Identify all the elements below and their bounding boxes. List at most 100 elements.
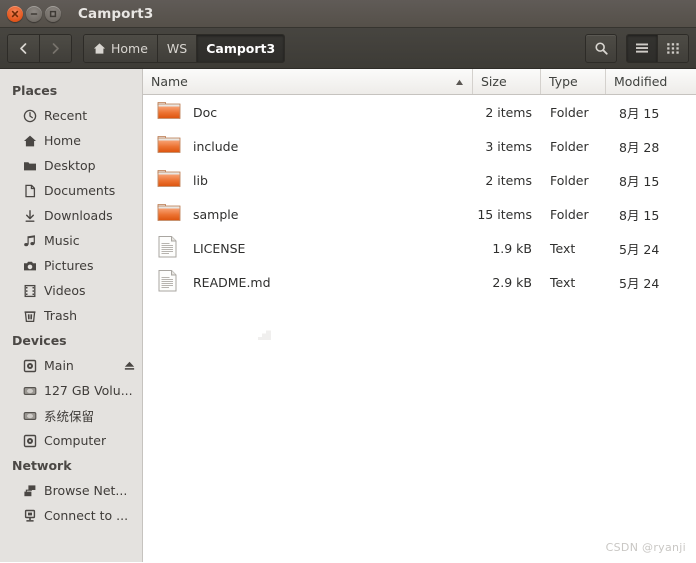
- file-type-cell: Folder: [550, 206, 589, 222]
- file-modified-cell: 8月 15: [619, 207, 660, 223]
- clock-icon: [22, 108, 37, 123]
- table-row[interactable]: lib 2 items Folder 8月 15: [143, 163, 696, 197]
- sidebar-item-home[interactable]: Home: [0, 128, 142, 153]
- breadcrumb: Home WS Camport3: [83, 33, 286, 63]
- drag-ghost-artifact: [257, 327, 273, 346]
- file-name-label: README.md: [193, 274, 271, 290]
- column-header-label: Type: [549, 74, 578, 89]
- sidebar-item-label: Documents: [44, 183, 116, 198]
- breadcrumb-label: Home: [111, 40, 148, 56]
- sidebar-item-pictures[interactable]: Pictures: [0, 253, 142, 278]
- sidebar-item-label: Downloads: [44, 208, 113, 223]
- file-size-cell: 15 items: [477, 206, 532, 222]
- back-button[interactable]: [8, 34, 39, 62]
- file-type-cell: Text: [550, 240, 576, 256]
- eject-icon[interactable]: [123, 359, 136, 372]
- music-note-icon: [22, 233, 37, 248]
- close-button[interactable]: [7, 5, 23, 22]
- table-row[interactable]: LICENSE 1.9 kB Text 5月 24: [143, 231, 696, 265]
- list-view-button[interactable]: [627, 34, 657, 62]
- document-icon: [22, 183, 37, 198]
- breadcrumb-item-home[interactable]: Home: [84, 34, 157, 62]
- search-icon: [594, 41, 608, 55]
- search-button[interactable]: [585, 33, 617, 63]
- file-type-cell: Text: [550, 274, 576, 290]
- sidebar-item-label: Computer: [44, 433, 107, 448]
- sidebar-item-trash[interactable]: Trash: [0, 303, 142, 328]
- sidebar-item-computer[interactable]: Computer: [0, 428, 142, 453]
- breadcrumb-item-camport3[interactable]: Camport3: [196, 34, 285, 62]
- sidebar-item-browse-network[interactable]: Browse Net...: [0, 478, 142, 503]
- sidebar-item-videos[interactable]: Videos: [0, 278, 142, 303]
- file-size-cell: 3 items: [485, 138, 532, 154]
- harddisk-icon: [22, 383, 37, 398]
- breadcrumb-item-ws[interactable]: WS: [156, 34, 197, 62]
- title-bar: Camport3: [0, 0, 696, 28]
- text-file-icon: [157, 235, 181, 261]
- sidebar-item-system-reserved[interactable]: 系统保留: [0, 403, 142, 428]
- table-row[interactable]: sample 15 items Folder 8月 15: [143, 197, 696, 231]
- file-modified-cell: 5月 24: [619, 275, 660, 291]
- camera-icon: [22, 258, 37, 273]
- column-header-label: Modified: [614, 74, 668, 89]
- column-header-type[interactable]: Type: [540, 69, 605, 94]
- sidebar-item-label: Pictures: [44, 258, 94, 273]
- sidebar-item-main[interactable]: Main: [0, 353, 142, 378]
- file-name-label: Doc: [193, 104, 218, 120]
- sidebar-item-label: Main: [44, 358, 74, 373]
- close-icon: [11, 10, 19, 17]
- network-icon: [22, 483, 37, 498]
- table-row[interactable]: README.md 2.9 kB Text 5月 24: [143, 265, 696, 299]
- download-icon: [22, 208, 37, 223]
- sort-ascending-icon: [455, 74, 464, 89]
- file-name-label: include: [193, 138, 239, 154]
- sidebar-item-label: Connect to ...: [44, 508, 129, 523]
- sidebar-item-documents[interactable]: Documents: [0, 178, 142, 203]
- sidebar-item-music[interactable]: Music: [0, 228, 142, 253]
- minimize-button[interactable]: [26, 5, 42, 22]
- sidebar-item-recent[interactable]: Recent: [0, 103, 142, 128]
- file-name-label: LICENSE: [193, 240, 246, 256]
- sidebar-item-127gb-volume[interactable]: 127 GB Volu...: [0, 378, 142, 403]
- column-header-size[interactable]: Size: [472, 69, 540, 94]
- folder-icon: [157, 133, 181, 159]
- file-name-cell: include: [143, 133, 472, 159]
- column-headers: Name Size Type Modified: [143, 69, 696, 95]
- column-header-label: Size: [481, 74, 507, 89]
- breadcrumb-label: WS: [166, 40, 188, 56]
- file-modified-cell: 8月 28: [619, 139, 660, 155]
- home-icon: [93, 42, 106, 54]
- folder-icon: [157, 99, 181, 125]
- sidebar-item-label: Browse Net...: [44, 483, 128, 498]
- home-icon: [22, 133, 37, 148]
- sidebar-item-label: Music: [44, 233, 80, 248]
- grid-view-icon: [667, 42, 679, 54]
- table-row[interactable]: include 3 items Folder 8月 28: [143, 129, 696, 163]
- breadcrumb-label: Camport3: [206, 40, 276, 56]
- column-header-modified[interactable]: Modified: [605, 69, 696, 94]
- file-name-label: lib: [193, 172, 208, 188]
- file-name-cell: lib: [143, 167, 472, 193]
- file-size-cell: 1.9 kB: [492, 240, 532, 256]
- table-row[interactable]: Doc 2 items Folder 8月 15: [143, 95, 696, 129]
- grid-view-button[interactable]: [657, 34, 688, 62]
- file-name-cell: LICENSE: [143, 235, 472, 261]
- navigation-buttons: [7, 33, 72, 63]
- forward-button[interactable]: [39, 34, 71, 62]
- file-modified-cell: 5月 24: [619, 241, 660, 257]
- file-name-label: sample: [193, 206, 239, 222]
- column-header-name[interactable]: Name: [143, 69, 472, 94]
- sidebar-item-label: 127 GB Volu...: [44, 383, 133, 398]
- sidebar-section-places: Places: [12, 83, 58, 98]
- sidebar-item-label: Home: [44, 133, 81, 148]
- sidebar-item-connect-to-server[interactable]: Connect to ...: [0, 503, 142, 528]
- sidebar-item-desktop[interactable]: Desktop: [0, 153, 142, 178]
- maximize-button[interactable]: [45, 5, 61, 22]
- chevron-left-icon: [20, 42, 27, 54]
- toolbar: Home WS Camport3: [0, 28, 696, 69]
- sidebar-item-label: Videos: [44, 283, 86, 298]
- toolbar-right-group: [585, 33, 689, 63]
- sidebar-section-network: Network: [12, 458, 72, 473]
- sidebar-item-downloads[interactable]: Downloads: [0, 203, 142, 228]
- file-size-cell: 2 items: [485, 172, 532, 188]
